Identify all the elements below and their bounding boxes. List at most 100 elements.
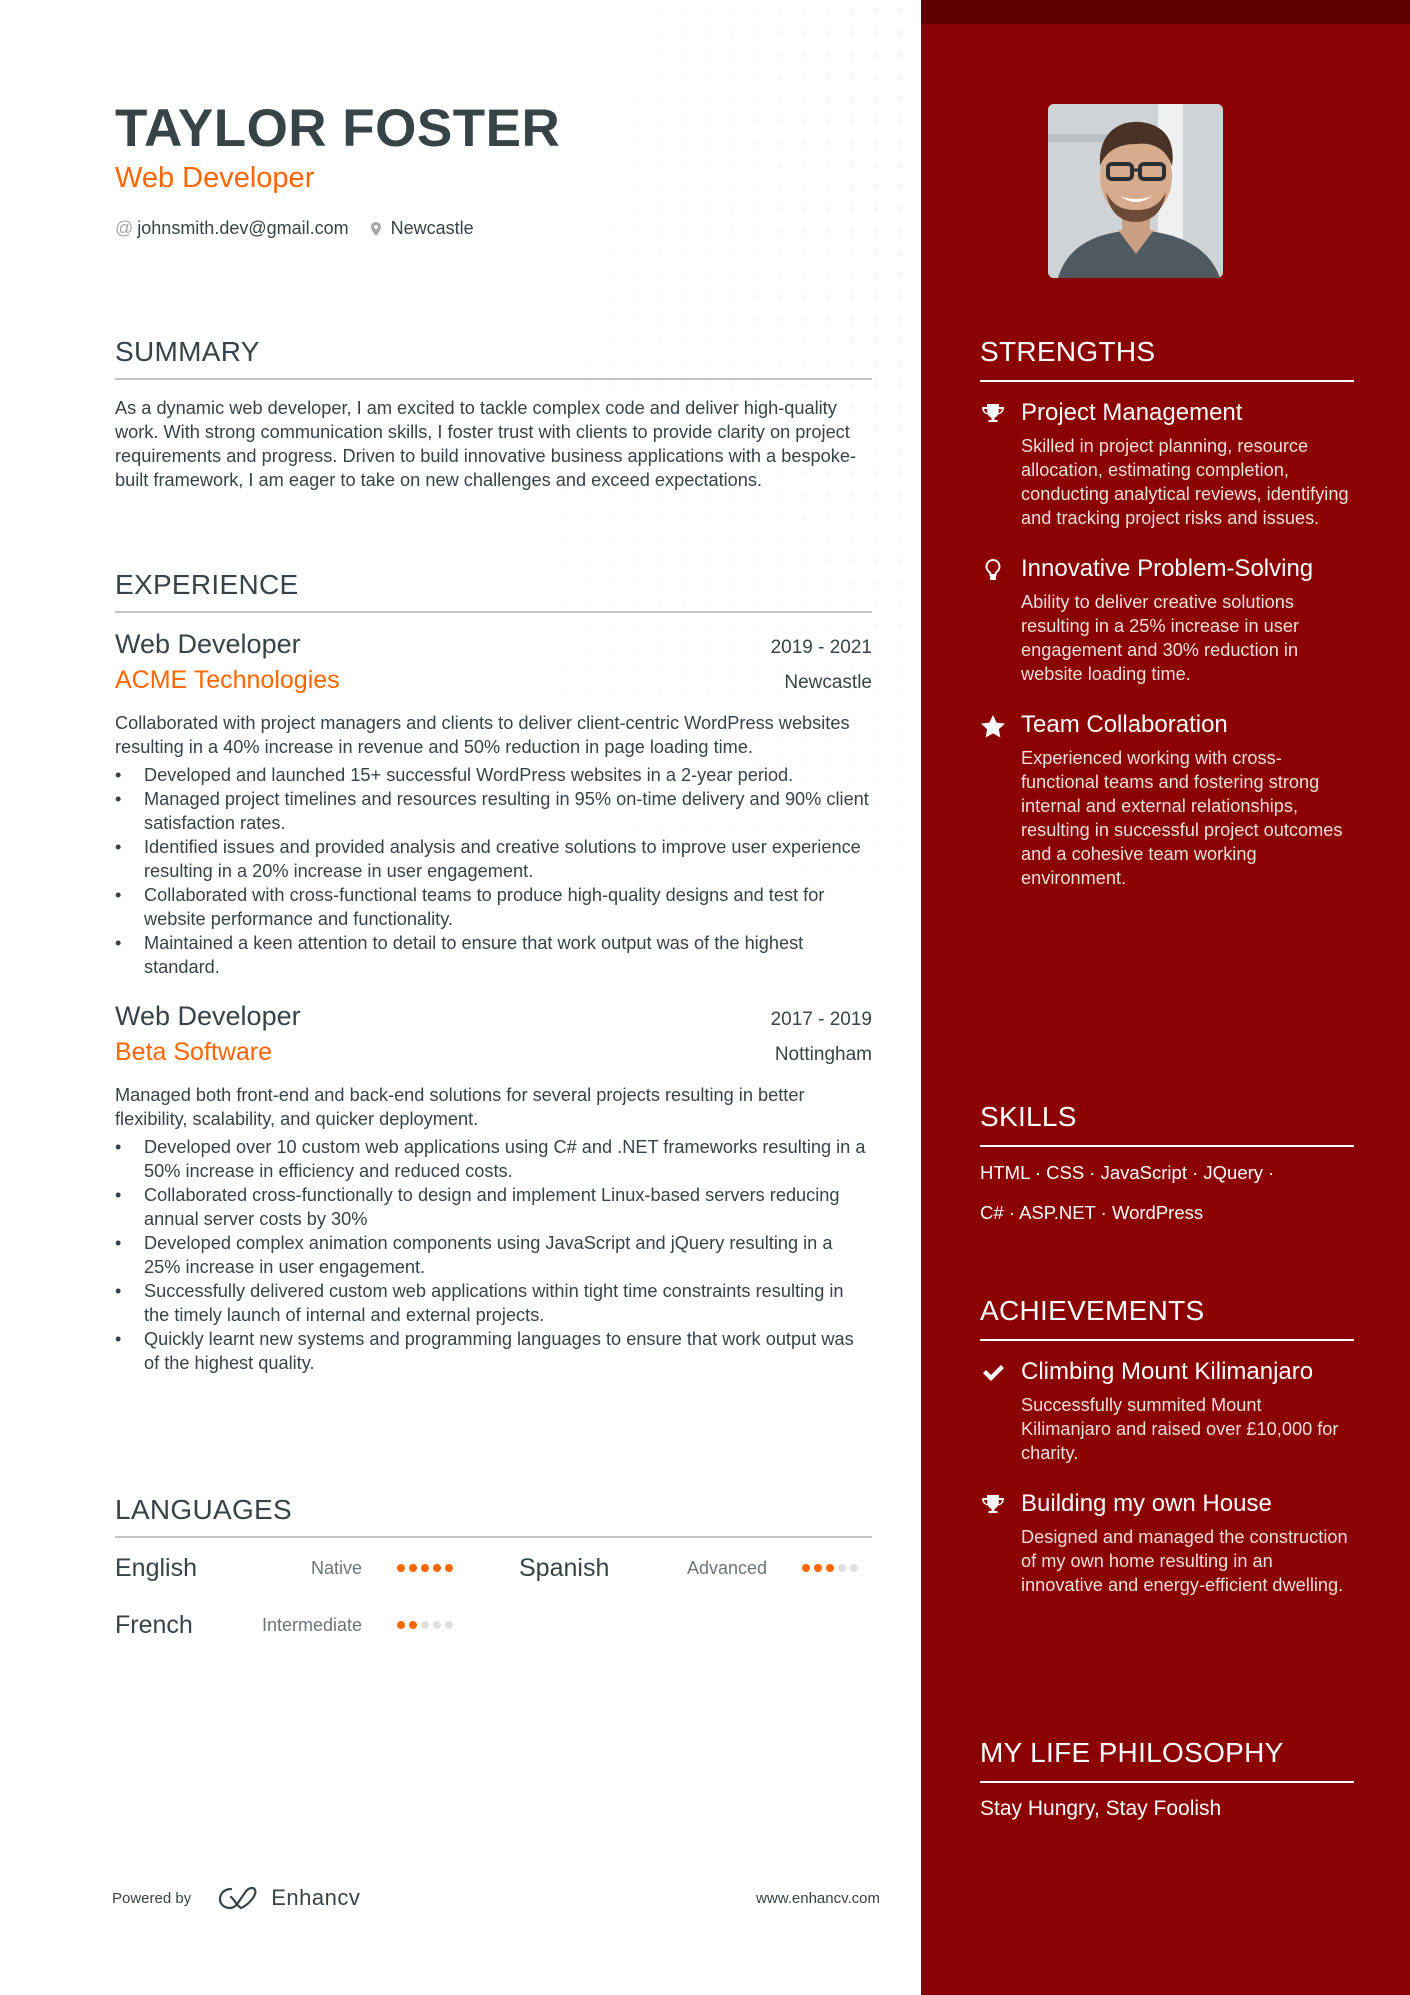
job-bullet: Developed and launched 15+ successful Wo…: [115, 763, 872, 787]
job-location: Newcastle: [784, 672, 872, 693]
checkmark-icon: [980, 1360, 1006, 1386]
skills-line: HTML · CSS · JavaScript · JQuery ·: [980, 1162, 1275, 1183]
candidate-name: TAYLOR FOSTER: [115, 99, 561, 158]
language-level: Intermediate: [261, 1614, 362, 1635]
experience-heading: EXPERIENCE: [115, 569, 299, 600]
candidate-title: Web Developer: [115, 162, 315, 194]
language-item: French Intermediate: [115, 1609, 475, 1641]
experience-section: EXPERIENCE Web Developer 2019 - 2021 ACM…: [115, 569, 872, 1375]
job-company: Beta Software: [115, 1038, 273, 1066]
rating-dot-filled: [826, 1564, 834, 1572]
trophy-icon: [980, 401, 1006, 427]
job-description: Collaborated with project managers and c…: [115, 713, 850, 757]
profile-photo: [1048, 104, 1223, 278]
languages-list: English Native Spanish Advanced French I…: [115, 1538, 872, 1658]
job-bullet: Collaborated cross-functionally to desig…: [115, 1183, 872, 1231]
summary-heading: SUMMARY: [115, 336, 260, 367]
philosophy-text: Stay Hungry, Stay Foolish: [980, 1797, 1222, 1820]
section-divider: [980, 1339, 1354, 1341]
job-entry: Web Developer 2017 - 2019 Beta Software …: [115, 1001, 872, 1375]
achievement-description: Successfully summited Mount Kilimanjaro …: [1021, 1395, 1339, 1463]
email-item[interactable]: @ johnsmith.dev@gmail.com: [115, 218, 349, 239]
rating-dot-empty: [433, 1621, 441, 1629]
section-divider: [980, 1781, 1354, 1783]
skills-heading: SKILLS: [980, 1101, 1077, 1132]
strengths-heading: STRENGTHS: [980, 336, 1156, 367]
enhancv-logo[interactable]: Enhancv: [217, 1885, 360, 1911]
skills-list: HTML · CSS · JavaScript · JQuery · C# · …: [980, 1153, 1354, 1233]
language-name: Spanish: [519, 1553, 610, 1582]
brand-name: Enhancv: [271, 1885, 361, 1910]
email-text: johnsmith.dev@gmail.com: [137, 218, 349, 238]
achievements-heading: ACHIEVEMENTS: [980, 1295, 1205, 1326]
job-bullet: Managed project timelines and resources …: [115, 787, 872, 835]
trophy-icon: [980, 1492, 1006, 1518]
language-item: English Native: [115, 1552, 475, 1584]
job-role: Web Developer: [115, 629, 301, 659]
achievement-item: Climbing Mount Kilimanjaro Successfully …: [980, 1357, 1354, 1465]
section-divider: [115, 611, 872, 613]
job-bullet: Collaborated with cross-functional teams…: [115, 883, 872, 931]
languages-heading: LANGUAGES: [115, 1494, 292, 1525]
lightbulb-icon: [980, 557, 1006, 583]
language-rating: [397, 1621, 453, 1629]
strength-title: Team Collaboration: [1021, 711, 1228, 738]
job-role: Web Developer: [115, 1001, 301, 1031]
rating-dot-filled: [802, 1564, 810, 1572]
job-bullets: Developed over 10 custom web application…: [115, 1135, 872, 1375]
job-bullet: Identified issues and provided analysis …: [115, 835, 872, 883]
person-portrait-icon: [1048, 104, 1223, 278]
rating-dot-filled: [433, 1564, 441, 1572]
job-bullet: Maintained a keen attention to detail to…: [115, 931, 872, 979]
summary-text: As a dynamic web developer, I am excited…: [115, 398, 857, 490]
language-rating: [802, 1564, 858, 1572]
job-bullet: Quickly learnt new systems and programmi…: [115, 1327, 872, 1375]
section-divider: [980, 380, 1354, 382]
strength-description: Ability to deliver creative solutions re…: [1021, 592, 1300, 684]
location-item: Newcastle: [370, 218, 474, 239]
rating-dot-empty: [850, 1564, 858, 1572]
website-link[interactable]: www.enhancv.com: [756, 1890, 880, 1907]
strength-description: Experienced working with cross-functiona…: [1021, 748, 1343, 888]
philosophy-heading: MY LIFE PHILOSOPHY: [980, 1737, 1284, 1768]
language-level: Native: [310, 1557, 362, 1578]
language-name: English: [115, 1553, 197, 1582]
rating-dot-filled: [409, 1621, 417, 1629]
job-dates: 2019 - 2021: [770, 637, 872, 658]
languages-section: LANGUAGES English Native Spanish Advance…: [115, 1494, 872, 1658]
sidebar: STRENGTHS Project Management Skilled in …: [921, 0, 1410, 1995]
powered-by-label: Powered by: [112, 1889, 192, 1907]
job-bullet: Successfully delivered custom web applic…: [115, 1279, 872, 1327]
job-bullets: Developed and launched 15+ successful Wo…: [115, 763, 872, 979]
contact-line: @ johnsmith.dev@gmail.com Newcastle: [115, 218, 496, 239]
enhancv-logo-icon: [219, 1886, 257, 1910]
job-bullet: Developed over 10 custom web application…: [115, 1135, 872, 1183]
strength-title: Innovative Problem-Solving: [1021, 555, 1314, 582]
achievement-title: Climbing Mount Kilimanjaro: [1021, 1358, 1314, 1385]
job-company: ACME Technologies: [115, 666, 340, 694]
language-name: French: [115, 1610, 193, 1639]
strength-item: Project Management Skilled in project pl…: [980, 398, 1354, 530]
location-text: Newcastle: [390, 218, 474, 238]
star-icon: [980, 713, 1006, 739]
strength-item: Innovative Problem-Solving Ability to de…: [980, 554, 1354, 686]
language-level: Advanced: [686, 1557, 767, 1578]
job-description: Managed both front-end and back-end solu…: [115, 1085, 805, 1129]
rating-dot-filled: [397, 1621, 405, 1629]
language-item: Spanish Advanced: [519, 1552, 872, 1584]
map-pin-icon: [370, 221, 381, 236]
achievement-description: Designed and managed the construction of…: [1021, 1527, 1348, 1595]
rating-dot-empty: [838, 1564, 846, 1572]
job-location: Nottingham: [774, 1044, 872, 1065]
achievement-item: Building my own House Designed and manag…: [980, 1489, 1354, 1597]
rating-dot-filled: [397, 1564, 405, 1572]
job-bullet: Developed complex animation components u…: [115, 1231, 872, 1279]
section-divider: [115, 378, 872, 380]
skills-section: SKILLS HTML · CSS · JavaScript · JQuery …: [980, 1101, 1354, 1233]
section-divider: [980, 1145, 1354, 1147]
strength-title: Project Management: [1021, 399, 1243, 426]
job-entry: Web Developer 2019 - 2021 ACME Technolog…: [115, 629, 872, 979]
skills-line: C# · ASP.NET · WordPress: [980, 1202, 1204, 1223]
achievements-section: ACHIEVEMENTS Climbing Mount Kilimanjaro …: [980, 1295, 1354, 1597]
rating-dot-filled: [814, 1564, 822, 1572]
